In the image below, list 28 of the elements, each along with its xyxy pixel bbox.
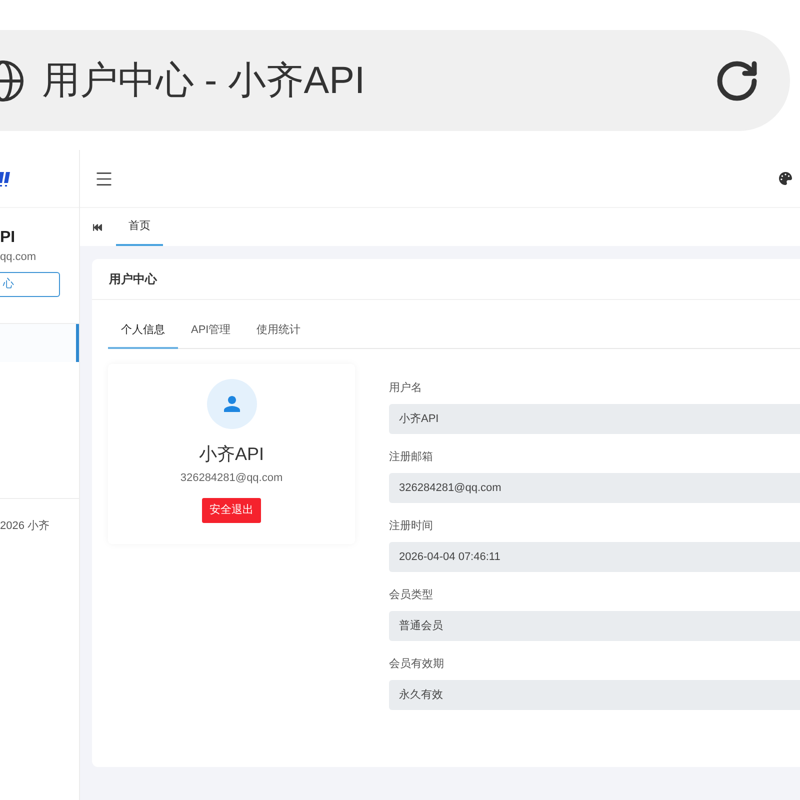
profile-email: 326284281@qq.com [180,471,283,485]
input-field[interactable]: 326284281@qq.com [389,473,800,503]
page-title: 用户中心 - 小齐API [42,58,366,102]
footer-text: 2026 小齐 [0,518,51,534]
palette-icon[interactable] [779,172,792,185]
page-tab[interactable]: 首页 [116,208,163,246]
field-label: 注册时间 [389,519,434,533]
globe-icon [0,58,25,102]
card-tab[interactable]: 使用统计 [244,314,314,349]
input-field[interactable]: 小齐API [389,404,800,434]
user-email: qq.com [0,250,38,264]
input-field[interactable]: 普通会员 [389,611,800,641]
user-name: PI [0,229,16,247]
avatar-icon [206,379,256,429]
input-field[interactable]: 永久有效 [389,680,800,710]
field-label: 注册邮箱 [389,450,434,464]
card-tab[interactable]: 个人信息 [108,314,178,349]
field-label: 会员有效期 [389,657,445,671]
profile-name: 小齐API [198,443,264,465]
user-center-button[interactable]: 心 [0,272,60,297]
field-label: 会员类型 [389,588,434,602]
skip-back-icon[interactable] [93,222,102,232]
logout-button[interactable]: 安全退出 [202,498,261,523]
nav-item[interactable] [0,324,79,362]
card-title: 用户中心 [109,271,157,288]
input-field[interactable]: 2026-04-04 07:46:11 [389,542,800,572]
card-tab[interactable]: API管理 [178,314,244,349]
field-label: 用户名 [389,381,423,395]
